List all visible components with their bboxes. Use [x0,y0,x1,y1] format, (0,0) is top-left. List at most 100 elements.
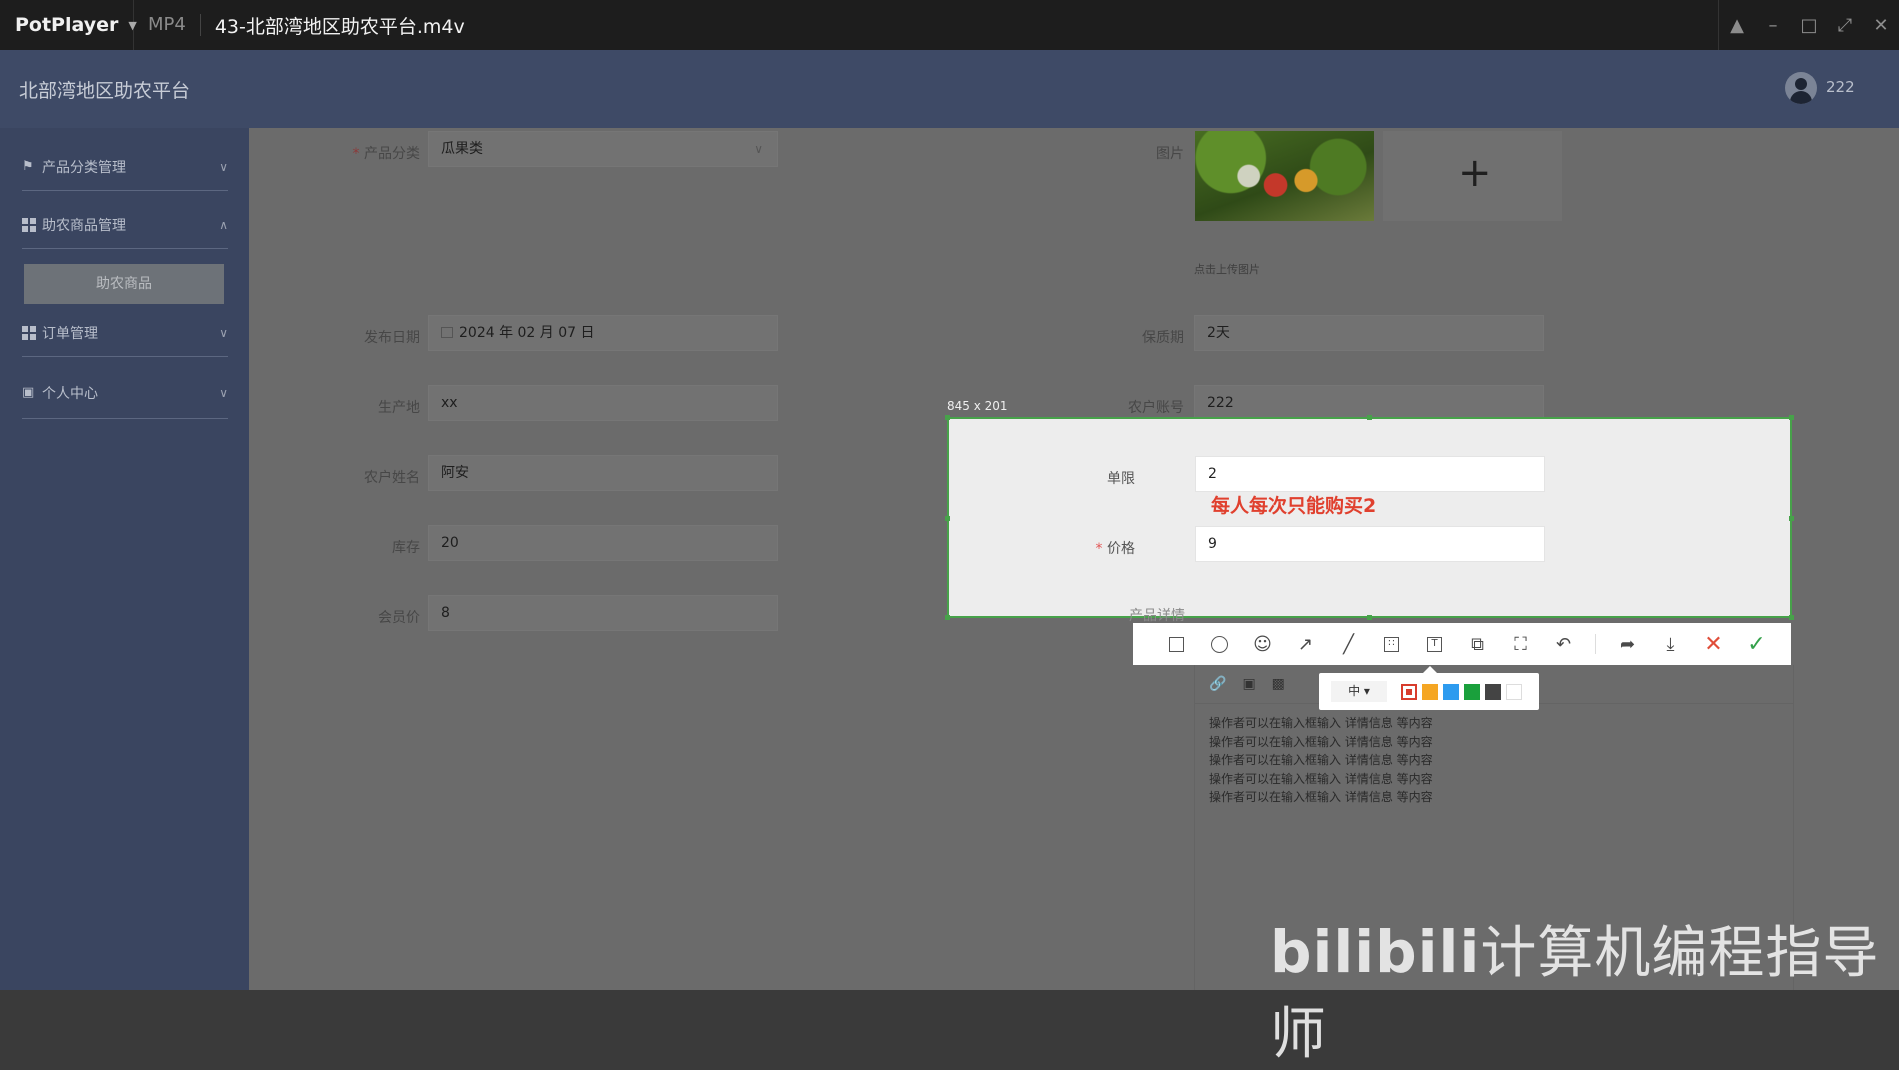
editor-toolbar: 🔗 ▣ ▩ [1209,676,1285,692]
grid-icon [22,218,36,232]
origin-input[interactable]: xx [428,385,778,421]
pen-icon[interactable]: ╱ [1327,629,1370,659]
chevron-down-icon: ∨ [219,326,228,340]
sidebar-subitem-products[interactable]: 助农商品 [24,264,224,304]
player-brand-menu[interactable]: PotPlayer ▼ [0,0,137,50]
color-swatch-green[interactable] [1464,684,1480,700]
editor-line: 操作者可以在输入框输入 详情信息 等内容 [1209,734,1433,749]
editor-line: 操作者可以在输入框输入 详情信息 等内容 [1209,771,1433,786]
category-select[interactable]: 瓜果类 ∨ [428,131,778,167]
editor-content[interactable]: 操作者可以在输入框输入 详情信息 等内容 操作者可以在输入框输入 详情信息 等内… [1209,714,1433,807]
player-titlebar: PotPlayer ▼ MP4 43-北部湾地区助农平台.m4v ▲ – □ ⤢… [0,0,1899,50]
shelf-life-input[interactable]: 2天 [1194,315,1544,351]
plus-icon: + [1458,150,1492,196]
color-swatch-gray[interactable] [1485,684,1501,700]
color-swatch-white[interactable] [1506,684,1522,700]
resize-handle[interactable] [1789,415,1794,420]
category-label: * 产品分类 [352,146,420,162]
image-label: 图片 [1156,146,1184,162]
maximize-icon[interactable]: □ [1791,15,1827,36]
chevron-down-icon: ∨ [754,142,763,156]
resize-handle[interactable] [945,615,950,620]
publish-date-picker[interactable]: 2024 年 02 月 07 日 [428,315,778,351]
sidebar-item-profile[interactable]: ▣ 个人中心 ∨ [22,378,228,408]
save-icon[interactable]: ⤓ [1649,629,1692,659]
sidebar-item-label: 个人中心 [42,386,98,402]
publish-date-label: 发布日期 [364,330,420,346]
farmer-name-input[interactable]: 阿安 [428,455,778,491]
ellipse-icon[interactable] [1198,629,1241,659]
text-icon[interactable]: T [1413,629,1456,659]
copy-icon[interactable]: ⧉ [1456,629,1499,659]
capture-toolbar: ☺ ↗ ╱ ∷ T ⧉ ⛶ ↶ ➦ ⤓ ✕ ✓ [1133,623,1791,665]
resize-handle[interactable] [1789,516,1794,521]
minimize-icon[interactable]: – [1755,15,1791,36]
grid-icon [22,326,36,340]
upload-button[interactable]: + [1383,131,1562,221]
product-image[interactable] [1195,131,1374,221]
avatar[interactable] [1785,72,1817,104]
user-name[interactable]: 222 [1826,78,1855,96]
rectangle-icon[interactable] [1155,629,1198,659]
image-icon[interactable]: ▣ [1242,676,1255,692]
sidebar-item-orders[interactable]: 订单管理 ∨ [22,318,228,348]
color-swatch-blue[interactable] [1443,684,1459,700]
member-price-label: 会员价 [378,610,420,626]
app-title: 北部湾地区助农平台 [19,80,191,102]
share-icon[interactable]: ➦ [1606,629,1649,659]
cancel-icon[interactable]: ✕ [1692,629,1735,659]
video-title: 43-北部湾地区助农平台.m4v [214,15,465,38]
annotation-text[interactable]: 每人每次只能购买2 [1211,491,1376,518]
video-icon[interactable]: ▩ [1272,676,1285,692]
link-icon[interactable]: 🔗 [1209,676,1226,692]
member-price-input[interactable]: 8 [428,595,778,631]
video-format: MP4 [134,14,201,36]
size-select[interactable]: 中 ▾ [1331,681,1387,702]
chevron-down-icon: ∨ [219,160,228,174]
resize-handle[interactable] [1367,615,1372,620]
stock-input[interactable]: 20 [428,525,778,561]
sidebar-item-label: 助农商品管理 [42,218,126,234]
editor-line: 操作者可以在输入框输入 详情信息 等内容 [1209,790,1433,805]
editor-line: 操作者可以在输入框输入 详情信息 等内容 [1209,716,1433,730]
calendar-icon: ▣ [22,385,35,400]
divider [22,356,228,357]
divider [1595,634,1596,654]
chevron-down-icon: ∨ [219,386,228,400]
capture-selection[interactable]: 单限 2 每人每次只能购买2 * 价格 9 产品详情 [945,415,1794,624]
player-brand: PotPlayer [15,14,119,36]
resize-handle[interactable] [945,415,950,420]
upload-hint: 点击上传图片 [1194,263,1260,276]
undo-icon[interactable]: ↶ [1542,629,1585,659]
sidebar: ⚑ 产品分类管理 ∨ 助农商品管理 ∧ 助农商品 订单管理 ∨ ▣ 个人中心 ∨ [0,128,249,990]
sidebar-item-products[interactable]: 助农商品管理 ∧ [22,210,228,240]
limit-label: 单限 [1107,471,1135,487]
color-swatch-red[interactable] [1401,684,1417,700]
resize-handle[interactable] [1789,615,1794,620]
ocr-icon[interactable]: ⛶ [1499,629,1542,659]
shelf-life-label: 保质期 [1142,330,1184,346]
arrow-icon[interactable]: ↗ [1284,629,1327,659]
farmer-account-label: 农户账号 [1128,400,1184,416]
emoji-icon[interactable]: ☺ [1241,629,1284,659]
color-swatch-orange[interactable] [1422,684,1438,700]
limit-input[interactable]: 2 [1195,456,1545,492]
fullscreen-icon[interactable]: ⤢ [1827,15,1863,36]
sidebar-item-category[interactable]: ⚑ 产品分类管理 ∨ [22,152,228,182]
farmer-name-label: 农户姓名 [364,470,420,486]
mosaic-icon[interactable]: ∷ [1370,629,1413,659]
calendar-icon [441,327,453,338]
divider [22,190,228,191]
capture-size-readout: 845 x 201 [947,399,1008,413]
editor-line: 操作者可以在输入框输入 详情信息 等内容 [1209,753,1433,768]
app-header: 北部湾地区助农平台 222 [0,50,1899,128]
resize-handle[interactable] [1367,415,1372,420]
pin-icon[interactable]: ▲ [1719,15,1755,36]
resize-handle[interactable] [945,516,950,521]
stock-label: 库存 [392,540,420,556]
price-input[interactable]: 9 [1195,526,1545,562]
confirm-icon[interactable]: ✓ [1735,629,1778,659]
divider [22,248,228,249]
close-icon[interactable]: ✕ [1863,15,1899,36]
divider [22,418,228,419]
